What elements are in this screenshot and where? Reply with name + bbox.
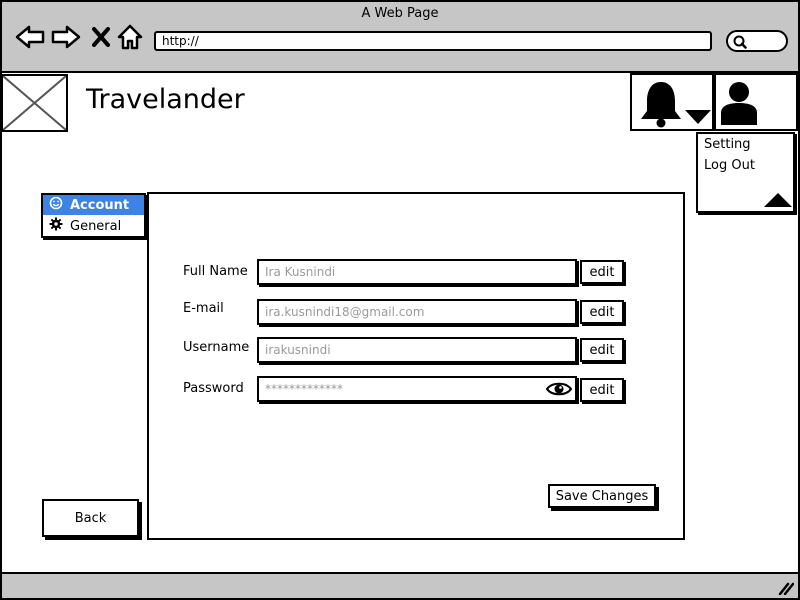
password-label: Password [183, 381, 244, 396]
menu-item-account-label: Account [70, 197, 130, 213]
edit-full-name-button[interactable]: edit [580, 260, 624, 284]
smiley-icon [49, 196, 63, 214]
save-changes-button[interactable]: Save Changes [548, 484, 656, 508]
bell-icon [638, 79, 684, 133]
user-profile-button[interactable] [714, 73, 798, 131]
password-value: ************* [265, 382, 343, 396]
menu-item-general[interactable]: General [43, 216, 144, 236]
resize-grip-icon[interactable] [778, 580, 795, 599]
home-icon[interactable] [116, 23, 144, 51]
url-bar[interactable]: http:// [154, 31, 712, 51]
full-name-field[interactable]: Ira Kusnindi [257, 259, 577, 285]
email-field[interactable]: ira.kusnindi18@gmail.com [257, 299, 577, 325]
eye-icon[interactable] [545, 380, 573, 402]
username-field[interactable]: irakusnindi [257, 337, 577, 363]
window-title: A Web Page [361, 6, 439, 21]
settings-menu: Account General [41, 193, 146, 238]
triangle-down-icon [684, 109, 712, 129]
close-icon[interactable] [90, 25, 112, 49]
password-field[interactable]: ************* [257, 376, 577, 402]
user-dropdown-menu: Setting Log Out [696, 132, 795, 213]
username-label: Username [183, 340, 250, 355]
forward-arrow-icon[interactable] [50, 24, 82, 50]
triangle-up-icon[interactable] [763, 192, 793, 212]
email-label: E-mail [183, 301, 224, 316]
browser-status-bar [0, 572, 800, 600]
back-arrow-icon[interactable] [14, 24, 46, 50]
image-placeholder-icon [2, 75, 67, 131]
menu-item-account[interactable]: Account [43, 195, 144, 215]
edit-email-button[interactable]: edit [580, 300, 624, 324]
notifications-button[interactable] [630, 73, 714, 131]
search-icon [731, 34, 747, 54]
back-button[interactable]: Back [42, 499, 139, 537]
edit-password-button[interactable]: edit [580, 378, 624, 402]
browser-search-field[interactable] [726, 30, 788, 52]
logo [1, 74, 68, 132]
edit-username-button[interactable]: edit [580, 338, 624, 362]
menu-item-log-out[interactable]: Log Out [704, 158, 755, 173]
full-name-label: Full Name [183, 264, 248, 279]
gear-icon [49, 217, 63, 235]
app-title: Travelander [86, 84, 245, 115]
user-icon [718, 79, 760, 129]
menu-item-general-label: General [70, 218, 122, 234]
menu-item-setting[interactable]: Setting [704, 137, 751, 152]
